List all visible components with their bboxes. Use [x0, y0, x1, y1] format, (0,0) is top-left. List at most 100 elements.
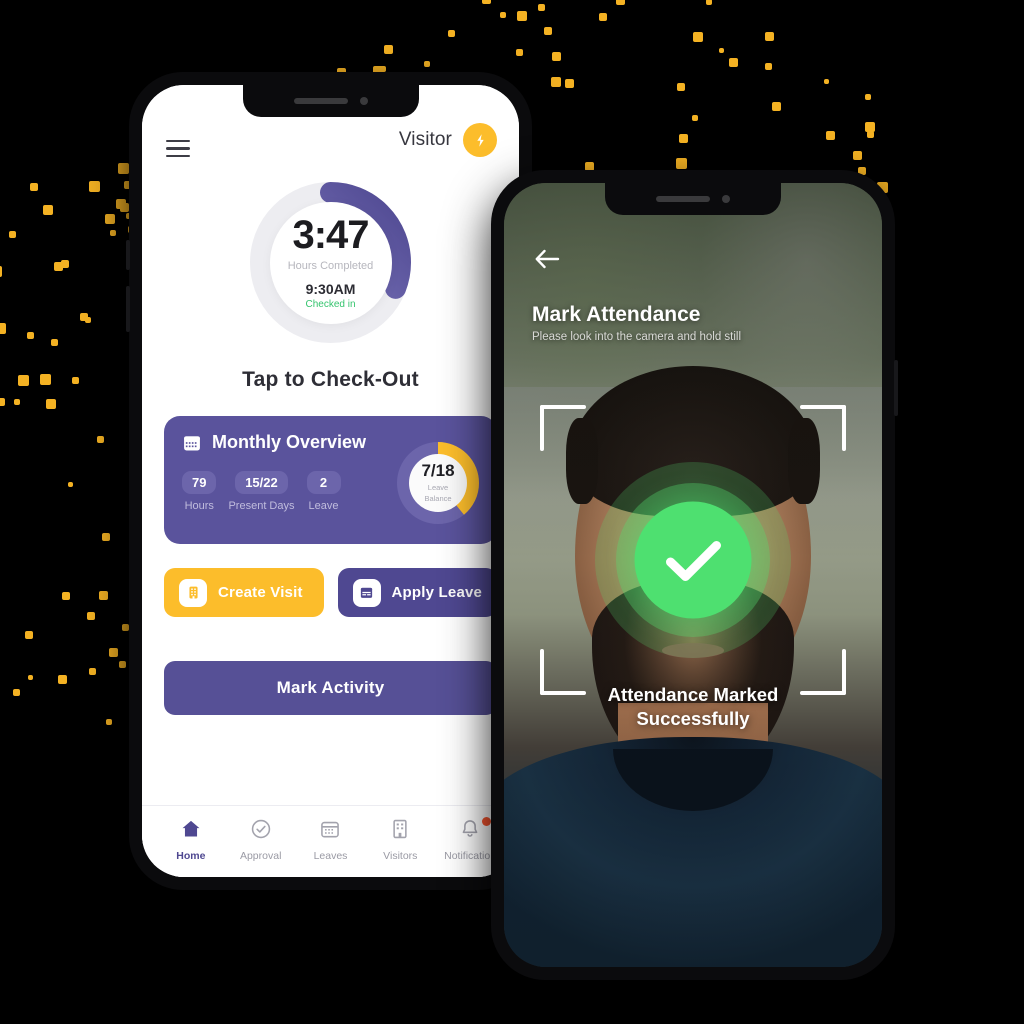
decorative-dot [516, 49, 523, 56]
decorative-dot [116, 199, 126, 209]
decorative-dot [0, 266, 2, 277]
decorative-dot [729, 58, 738, 67]
timer-inner-face: 3:47 Hours Completed 9:30AM Checked in [269, 201, 392, 324]
decorative-dot [118, 163, 129, 174]
decorative-dot [25, 631, 33, 639]
decorative-dot [448, 30, 455, 37]
monthly-stat: 2 Leave [306, 471, 341, 512]
decorative-dot [677, 83, 685, 91]
scan-bracket-top-right-icon [800, 405, 846, 451]
decorative-dot [565, 79, 574, 88]
tab-label: Approval [239, 849, 282, 862]
device-notch [605, 183, 781, 215]
quick-actions-row: Create Visit Apply Leave [164, 568, 497, 617]
create-visit-label: Create Visit [218, 584, 303, 601]
page-subtitle: Please look into the camera and hold sti… [532, 331, 742, 343]
decorative-dot [109, 648, 118, 657]
decorative-dot [693, 32, 703, 42]
success-message-line-2: Successfully [636, 707, 750, 729]
decorative-dot [719, 48, 724, 53]
decorative-dot [43, 205, 53, 215]
page-title: Mark Attendance [532, 303, 701, 326]
tab-approval[interactable]: Approval [226, 818, 296, 862]
swap-profile-icon[interactable] [463, 123, 497, 157]
leave-balance-label-2: Balance [424, 493, 452, 503]
decorative-dot [54, 262, 63, 271]
power-button[interactable] [894, 360, 898, 416]
leave-balance-label-1: Leave [427, 483, 449, 493]
decorative-dot [517, 11, 527, 21]
decorative-dot [28, 675, 33, 680]
device-notch [242, 85, 419, 117]
bell-icon [459, 818, 481, 845]
leave-balance-donut: 7/18 Leave Balance [396, 441, 480, 525]
calendar-icon [184, 435, 200, 450]
phone-attendance-screen: Mark Attendance Please look into the cam… [504, 183, 882, 967]
back-arrow-icon[interactable] [534, 249, 560, 274]
check-circle-icon [250, 818, 272, 845]
earpiece-speaker-icon [293, 98, 348, 104]
check-out-label[interactable]: Tap to Check-Out [142, 368, 519, 392]
phone-home-device: Visitor 3:47 Hours Completed 9:30AM Chec… [126, 72, 532, 890]
decorative-dot [85, 317, 91, 323]
decorative-dot [544, 27, 552, 35]
decorative-dot [0, 398, 5, 406]
decorative-dot [9, 231, 16, 238]
decorative-dot [865, 94, 871, 100]
decorative-dot [72, 377, 79, 384]
decorative-dot [599, 13, 607, 21]
decorative-dot [824, 79, 829, 84]
front-camera-icon [359, 97, 368, 105]
check-mark-icon [634, 501, 752, 619]
tab-visitors[interactable]: Visitors [365, 818, 435, 862]
apply-leave-button[interactable]: Apply Leave [337, 568, 497, 617]
scan-bracket-top-left-icon [540, 405, 586, 451]
success-message-line-1: Attendance Marked [607, 684, 779, 705]
decorative-dot [424, 61, 430, 67]
role-label: Visitor [398, 129, 452, 150]
success-message: Attendance Marked Successfully [504, 683, 882, 730]
decorative-dot [14, 399, 20, 405]
create-visit-button[interactable]: Create Visit [164, 568, 324, 617]
decorative-dot [853, 151, 862, 160]
hamburger-menu-icon[interactable] [166, 140, 190, 157]
check-out-timer[interactable]: 3:47 Hours Completed 9:30AM Checked in [142, 179, 519, 346]
monthly-stat-label: Hours [184, 500, 214, 512]
decorative-dot [538, 4, 545, 11]
monthly-stat-value: 15/22 [235, 471, 288, 494]
decorative-dot [826, 131, 835, 140]
tab-leaves[interactable]: Leaves [296, 818, 366, 862]
tab-label: Visitors [383, 849, 418, 862]
decorative-dot [120, 203, 129, 212]
decorative-dot [616, 0, 625, 5]
decorative-dot [482, 0, 491, 4]
earpiece-speaker-icon [656, 196, 710, 202]
decorative-dot [89, 668, 96, 675]
decorative-dot [865, 122, 875, 132]
home-icon [180, 818, 202, 845]
phone-attendance-device: Mark Attendance Please look into the cam… [491, 170, 898, 980]
mark-activity-button[interactable]: Mark Activity [164, 661, 497, 715]
volume-down-button[interactable] [126, 286, 130, 332]
leave-balance-core: 7/18 Leave Balance [409, 454, 467, 512]
monthly-overview-card[interactable]: Monthly Overview 79 Hours 15/22 Present Day… [164, 416, 497, 544]
leave-balance-value: 7/18 [421, 461, 455, 481]
decorative-dot [676, 158, 687, 169]
front-camera-icon [722, 195, 730, 203]
decorative-dot [122, 624, 129, 631]
volume-up-button[interactable] [126, 240, 130, 270]
building-icon [389, 818, 411, 845]
decorative-dot [110, 230, 116, 236]
decorative-dot [30, 183, 38, 191]
tab-label: Leaves [313, 849, 348, 862]
calendar-icon [352, 578, 381, 607]
decorative-dot [51, 339, 58, 346]
monthly-stat: 79 Hours [182, 471, 217, 512]
header-right-group: Visitor [399, 123, 497, 157]
monthly-overview-title: Monthly Overview [212, 432, 367, 452]
check-in-status: Checked in [305, 299, 356, 310]
decorative-dot [58, 675, 67, 684]
hours-value: 3:47 [292, 213, 369, 257]
tab-home[interactable]: Home [156, 818, 226, 862]
decorative-dot [765, 63, 772, 70]
